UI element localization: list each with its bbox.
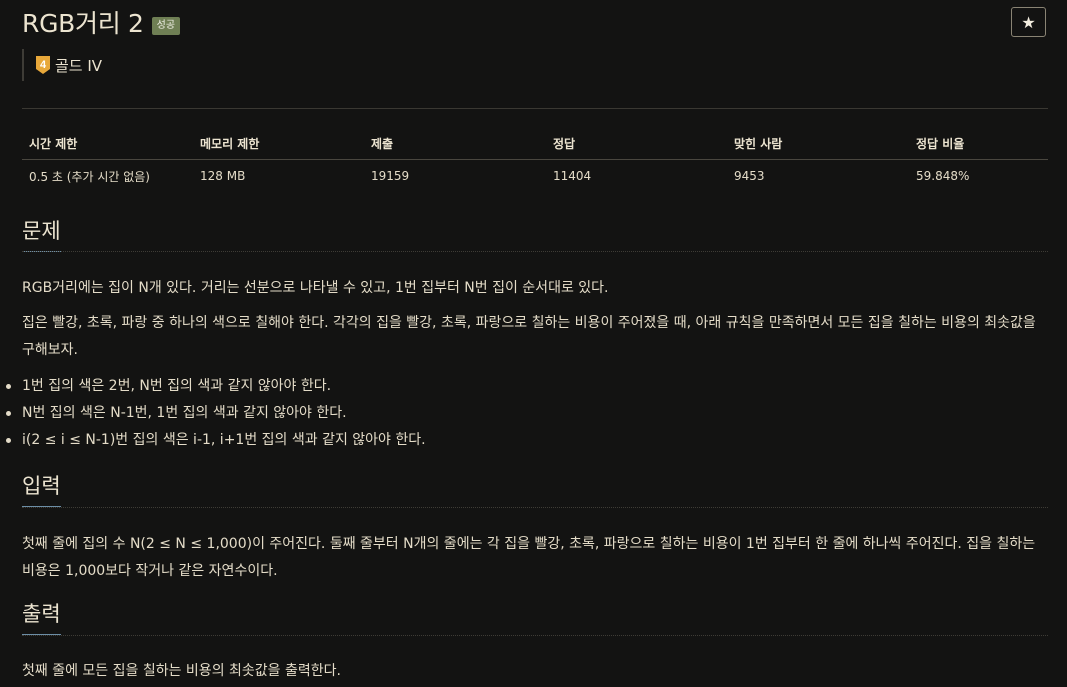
output-section-header: 출력 [22, 602, 1048, 636]
star-icon: ★ [1021, 12, 1036, 32]
stats-ratio: 59.848% [916, 169, 970, 183]
rule-item: i(2 ≤ i ≤ N-1)번 집의 색은 i-1, i+1번 집의 색과 같지… [6, 427, 426, 454]
tier-label: 골드 IV [55, 56, 103, 75]
page-title: RGB거리 2 [22, 9, 144, 38]
title-row: RGB거리 2 성공 [22, 9, 181, 38]
stats-time-limit: 0.5 초 (추가 시간 없음) [29, 169, 150, 184]
rule-item: N번 집의 색은 N-1번, 1번 집의 색과 같지 않아야 한다. [6, 400, 426, 427]
stats-memory-limit: 128 MB [200, 169, 246, 183]
stats-header-row: 시간 제한 메모리 제한 제출 정답 맞힌 사람 정답 비율 [22, 128, 1048, 160]
description-paragraph-2: 집은 빨강, 초록, 파랑 중 하나의 색으로 칠해야 한다. 각각의 집을 빨… [22, 315, 1036, 358]
section-divider [22, 635, 1048, 636]
description-section-title: 문제 [22, 219, 61, 252]
output-description: 첫째 줄에 모든 집을 칠하는 비용의 최솟값을 출력한다. [22, 663, 341, 679]
description-paragraph-1: RGB거리에는 집이 N개 있다. 거리는 선분으로 나타낼 수 있고, 1번 … [22, 280, 609, 296]
rule-item: 1번 집의 색은 2번, N번 집의 색과 같지 않아야 한다. [6, 373, 426, 400]
section-divider [22, 507, 1048, 508]
gold-tier-icon: 4 [36, 56, 50, 74]
header-divider [22, 108, 1048, 109]
output-section-title: 출력 [22, 602, 61, 635]
input-section-header: 입력 [22, 474, 1048, 508]
stats-header-ratio: 정답 비율 [909, 128, 1048, 160]
stats-table: 시간 제한 메모리 제한 제출 정답 맞힌 사람 정답 비율 0.5 초 (추가… [22, 128, 1048, 192]
tier-row: 4 골드 IV [22, 49, 102, 81]
input-section-title: 입력 [22, 474, 61, 507]
input-description: 첫째 줄에 집의 수 N(2 ≤ N ≤ 1,000)이 주어진다. 둘째 줄부… [22, 536, 1036, 579]
stats-submissions: 19159 [371, 169, 410, 183]
stats-solved-users: 9453 [734, 169, 765, 183]
section-divider [22, 251, 1048, 252]
stats-header-memory-limit: 메모리 제한 [193, 128, 364, 160]
stats-header-time-limit: 시간 제한 [22, 128, 193, 160]
stats-value-row: 0.5 초 (추가 시간 없음) 128 MB 19159 11404 9453… [22, 160, 1048, 193]
stats-header-solved-users: 맞힌 사람 [727, 128, 909, 160]
stats-header-submissions: 제출 [364, 128, 546, 160]
star-button[interactable]: ★ [1011, 7, 1046, 37]
status-badge: 성공 [151, 17, 181, 35]
stats-header-accepted: 정답 [546, 128, 727, 160]
stats-accepted: 11404 [553, 169, 592, 183]
rules-list: 1번 집의 색은 2번, N번 집의 색과 같지 않아야 한다. N번 집의 색… [6, 373, 426, 454]
tier-number: 4 [40, 59, 47, 71]
description-section-header: 문제 [22, 219, 1048, 252]
